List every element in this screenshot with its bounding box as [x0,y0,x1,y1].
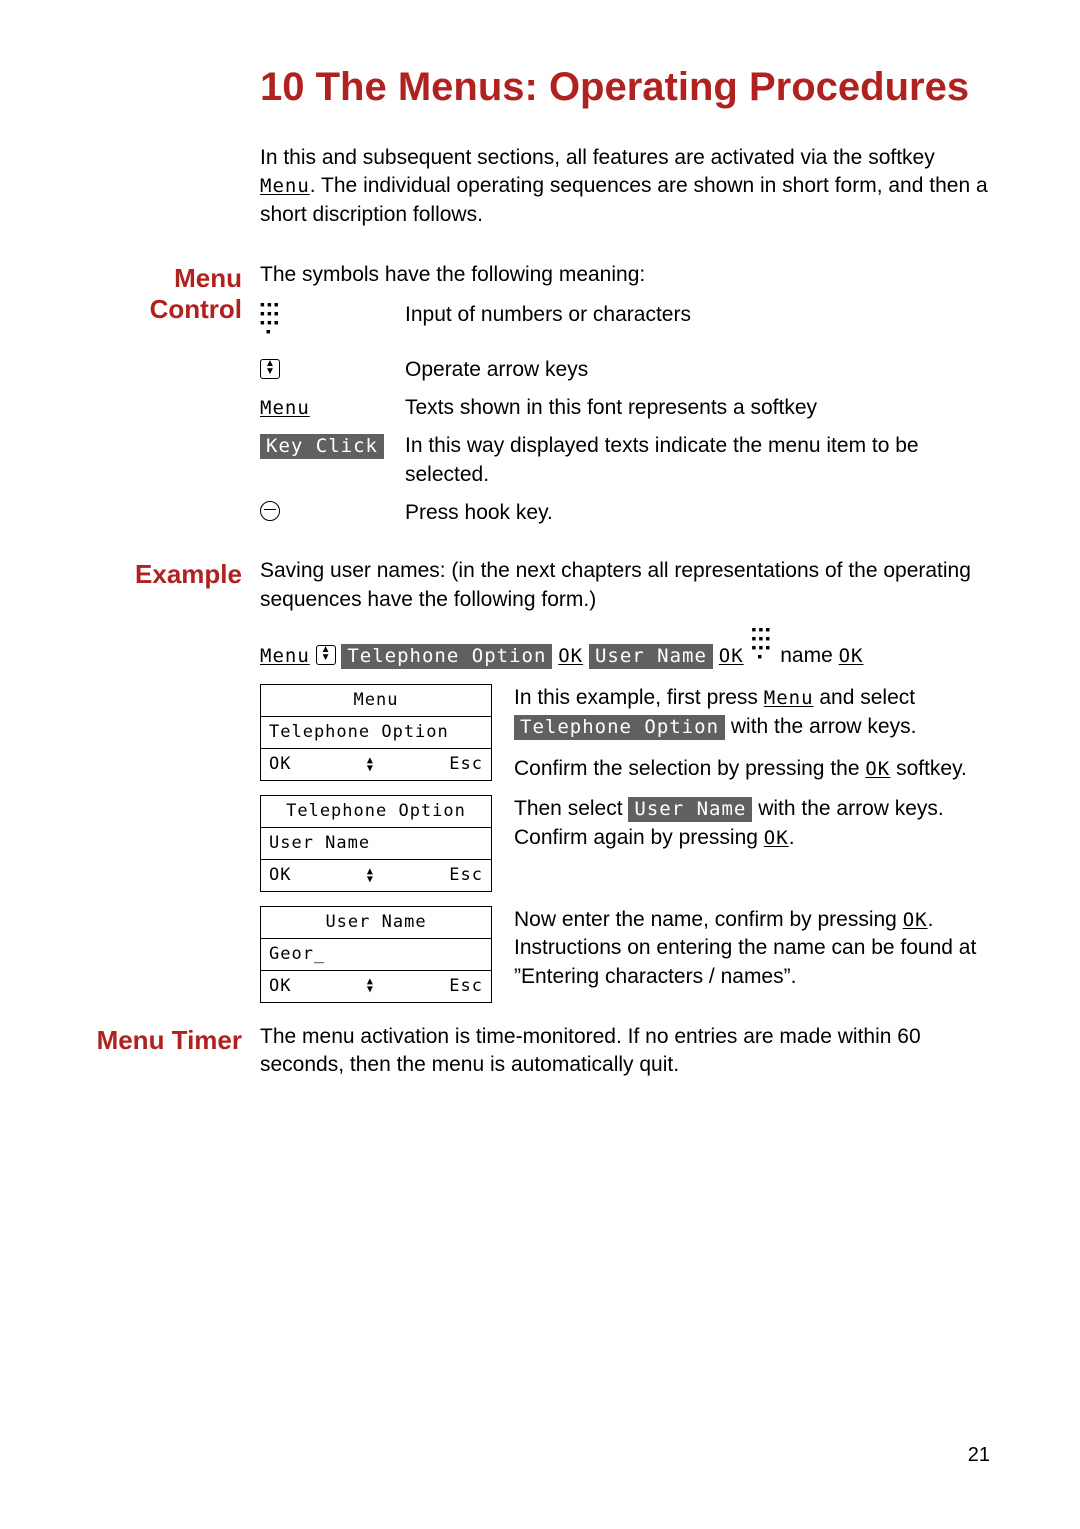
hook-icon [260,499,405,527]
example-desc-3: Now enter the name, confirm by pressing … [514,906,990,991]
symbol-desc-arrows: Operate arrow keys [405,356,588,384]
softkey-menu-inline: Menu [764,687,814,709]
example-desc-1: In this example, first press Menu and se… [514,684,990,741]
lcd-ok: OK [269,975,291,998]
seq-softkey-ok-1: OK [558,645,583,667]
intro-text-b: . The individual operating sequences are… [260,174,988,225]
lcd-title: User Name [325,911,426,934]
seq-softkey-ok-3: OK [839,645,864,667]
lcd-title: Telephone Option [286,800,466,823]
example-lead: Saving user names: (in the next chapters… [260,557,990,614]
lcd-arrow-icon: ▲▼ [367,757,374,773]
menu-item-sample: Key Click [260,434,384,459]
lcd-title: Menu [354,689,399,712]
softkey-ok-inline: OK [764,827,789,849]
seq-menuitem-username: User Name [589,644,713,669]
section-heading-menu-timer: Menu Timer [90,1023,260,1056]
lcd-screen: Telephone Option User Name OK ▲▼ Esc [260,795,492,892]
section-heading-menu-control: Menu Control [90,261,260,325]
intro-text-a: In this and subsequent sections, all fea… [260,146,935,169]
seq-softkey-ok-2: OK [719,645,744,667]
lcd-ok: OK [269,753,291,776]
page-title: 10 The Menus: Operating Procedures [90,60,990,114]
intro-paragraph: In this and subsequent sections, all fea… [260,144,990,229]
keypad-icon: ▪▪▪▪▪▪▪▪▪ ▪ [260,301,405,345]
menu-timer-text: The menu activation is time-monitored. I… [260,1023,990,1080]
seq-arrow-icon: ▲▼ [316,645,336,665]
seq-text-name: name [774,644,838,667]
softkey-sample: Menu [260,397,310,419]
example-desc-1b: Confirm the selection by pressing the OK… [514,755,990,783]
lcd-esc: Esc [449,975,483,998]
symbol-desc-input: Input of numbers or characters [405,301,691,329]
lcd-esc: Esc [449,864,483,887]
softkey-ok-inline: OK [865,758,890,780]
arrow-key-icon: ▲▼ [260,356,405,384]
page-number: 21 [968,1442,990,1469]
seq-menuitem-telopt: Telephone Option [341,644,552,669]
lcd-screen: Menu Telephone Option OK ▲▼ Esc [260,684,492,781]
symbol-desc-menuitem: In this way displayed texts indicate the… [405,432,990,489]
example-desc-2: Then select User Name with the arrow key… [514,795,990,852]
lcd-line: Geor_ [269,943,325,966]
symbol-desc-softkey: Texts shown in this font represents a so… [405,394,817,422]
lcd-arrow-icon: ▲▼ [367,868,374,884]
lcd-screen: User Name Geor_ OK ▲▼ Esc [260,906,492,1003]
lcd-esc: Esc [449,753,483,776]
seq-keypad-icon: ▪▪▪▪▪▪▪▪▪ ▪ [752,625,773,661]
lcd-line: User Name [269,832,370,855]
menuitem-username-inline: User Name [628,797,752,822]
softkey-menu-inline: Menu [260,175,310,197]
lcd-ok: OK [269,864,291,887]
seq-softkey-menu: Menu [260,645,310,667]
lcd-line: Telephone Option [269,721,449,744]
operating-sequence: Menu ▲▼ Telephone Option OK User Name OK… [260,626,990,670]
softkey-ok-inline: OK [903,909,928,931]
section-heading-example: Example [90,557,260,590]
symbol-desc-hook: Press hook key. [405,499,553,527]
lcd-arrow-icon: ▲▼ [367,978,374,994]
menu-control-lead: The symbols have the following meaning: [260,261,990,289]
menuitem-telopt-inline: Telephone Option [514,715,725,740]
